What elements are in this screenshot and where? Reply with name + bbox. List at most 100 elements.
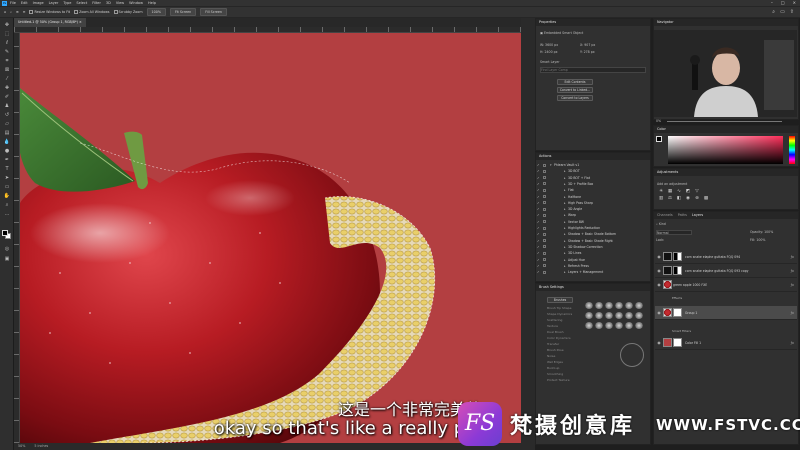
search-icon[interactable]: ⌕ bbox=[772, 9, 775, 15]
document-canvas[interactable] bbox=[20, 33, 521, 443]
action-item[interactable]: ✓ ▸ Vector BW bbox=[537, 219, 649, 225]
visibility-eye-icon[interactable]: ◉ bbox=[655, 254, 663, 259]
edit-contents-button[interactable]: Edit Contents bbox=[557, 79, 593, 85]
brush-tip-preset[interactable] bbox=[635, 322, 643, 329]
check-icon[interactable]: ✓ bbox=[537, 250, 541, 256]
actions-title[interactable]: Actions bbox=[539, 153, 551, 160]
marquee-tool-icon[interactable]: ⬚ bbox=[3, 31, 11, 37]
action-item[interactable]: ✓ ▸ Shadow + Basic Shade Bottom bbox=[537, 231, 649, 237]
photo-filter-icon[interactable]: ◉ bbox=[685, 196, 691, 201]
brush-tip-preset[interactable] bbox=[605, 302, 613, 309]
levels-icon[interactable]: ▦ bbox=[667, 189, 673, 194]
brush-option[interactable]: Protect Texture bbox=[547, 378, 570, 382]
color-picker-field[interactable] bbox=[668, 136, 783, 164]
brush-tip-preset[interactable] bbox=[625, 302, 633, 309]
brush-tip-preset[interactable] bbox=[595, 322, 603, 329]
history-brush-tool-icon[interactable]: ↺ bbox=[3, 112, 11, 118]
zoom-tool-icon[interactable]: ⌕ bbox=[10, 10, 12, 14]
dialog-toggle-icon[interactable] bbox=[543, 264, 546, 268]
action-item[interactable]: ✓ ▸ 3D Angle bbox=[537, 206, 649, 212]
layer-name[interactable]: Color Fill 1 bbox=[685, 341, 701, 345]
brush-tip-preset[interactable] bbox=[625, 312, 633, 319]
brush-option[interactable]: Transfer bbox=[547, 342, 559, 346]
check-icon[interactable]: ✓ bbox=[537, 212, 541, 218]
dialog-toggle-icon[interactable] bbox=[543, 195, 546, 198]
blur-tool-icon[interactable]: 💧 bbox=[3, 139, 11, 145]
brush-tip-preset[interactable] bbox=[595, 312, 603, 319]
color-fg-swatch[interactable] bbox=[656, 136, 662, 142]
dialog-toggle-icon[interactable] bbox=[543, 201, 546, 205]
vibrance-icon[interactable]: ▽ bbox=[694, 189, 700, 194]
action-item[interactable]: ✓ ▸ 3D + Profile Box bbox=[537, 181, 649, 187]
brush-option[interactable]: Color Dynamics bbox=[547, 336, 571, 340]
visibility-eye-icon[interactable]: ◉ bbox=[655, 282, 663, 287]
more-tools-icon[interactable]: … bbox=[3, 211, 11, 217]
brush-option[interactable]: Scattering bbox=[547, 318, 562, 322]
frame-tool-icon[interactable]: ⊠ bbox=[3, 67, 11, 73]
layer-thumbnail[interactable] bbox=[663, 280, 672, 289]
menu-3d[interactable]: 3D bbox=[106, 1, 111, 5]
menu-type[interactable]: Type bbox=[63, 1, 71, 5]
black-white-icon[interactable]: ◧ bbox=[676, 196, 682, 201]
brush-option[interactable]: Shape Dynamics bbox=[547, 312, 572, 316]
dialog-toggle-icon[interactable] bbox=[543, 188, 546, 192]
shape-tool-icon[interactable]: ▭ bbox=[3, 184, 11, 190]
check-icon[interactable]: ✓ bbox=[537, 168, 541, 174]
layer-row[interactable]: ◉ corn snake elaphe guttata FQQ 094 ƒx bbox=[655, 250, 797, 264]
dialog-toggle-icon[interactable] bbox=[543, 220, 546, 224]
crop-tool-icon[interactable]: ⌗ bbox=[3, 58, 11, 64]
brush-settings-title[interactable]: Brush Settings bbox=[539, 284, 564, 291]
dialog-toggle-icon[interactable] bbox=[543, 182, 546, 186]
menu-help[interactable]: Help bbox=[148, 1, 156, 5]
menu-file[interactable]: File bbox=[10, 1, 16, 5]
layer-row[interactable]: ◉ corn snake elaphe guttata FQQ 093 copy ƒ… bbox=[655, 264, 797, 278]
action-item[interactable]: ✓ ▸ Warp bbox=[537, 212, 649, 218]
brush-option[interactable]: Build-up bbox=[547, 366, 559, 370]
layer-fx-icon[interactable]: ƒx bbox=[791, 341, 794, 345]
eyedropper-tool-icon[interactable]: ⁄ bbox=[3, 76, 11, 82]
layer-name[interactable]: green apple 1000 FXE bbox=[673, 283, 707, 287]
layer-row[interactable]: ◉ Color Fill 1 ƒx bbox=[655, 336, 797, 350]
navigator-title[interactable]: Navigator bbox=[657, 19, 674, 26]
brush-option[interactable]: Dual Brush bbox=[547, 330, 564, 334]
check-icon[interactable]: ✓ bbox=[537, 194, 541, 200]
layer-mask-thumbnail[interactable] bbox=[673, 308, 682, 317]
dialog-toggle-icon[interactable] bbox=[543, 270, 546, 274]
visibility-eye-icon[interactable]: ◉ bbox=[655, 268, 663, 273]
action-item[interactable]: ✓ ▸ 3D BOT + Flat bbox=[537, 175, 649, 181]
layer-name[interactable]: corn snake elaphe guttata FQQ 093 copy bbox=[685, 269, 749, 273]
adjustments-title[interactable]: Adjustments bbox=[657, 169, 678, 176]
dialog-toggle-icon[interactable] bbox=[543, 251, 546, 255]
layer-thumbnail[interactable] bbox=[663, 266, 672, 275]
dialog-toggle-icon[interactable] bbox=[543, 213, 546, 217]
check-icon[interactable]: ✓ bbox=[537, 263, 541, 269]
layer-row[interactable]: ◉ Group 1 ƒx bbox=[655, 306, 797, 320]
dialog-toggle-icon[interactable] bbox=[543, 226, 546, 230]
hue-saturation-icon[interactable]: ▥ bbox=[658, 196, 664, 201]
zoom-out-icon[interactable]: ⊖ bbox=[23, 10, 26, 14]
check-icon[interactable]: ✓ bbox=[537, 206, 541, 212]
foreground-color-swatch[interactable] bbox=[2, 230, 8, 236]
share-icon[interactable]: ⇪ bbox=[790, 9, 794, 15]
check-icon[interactable]: ✓ bbox=[537, 269, 541, 275]
lasso-tool-icon[interactable]: ℓ bbox=[3, 40, 11, 46]
opacity-field[interactable]: Opacity: 100% bbox=[750, 230, 773, 234]
eraser-tool-icon[interactable]: ▱ bbox=[3, 121, 11, 127]
menu-window[interactable]: Window bbox=[129, 1, 143, 5]
dialog-toggle-icon[interactable] bbox=[543, 163, 546, 167]
maximize-icon[interactable]: □ bbox=[781, 0, 785, 5]
brush-tool-icon[interactable]: ✐ bbox=[3, 94, 11, 100]
dialog-toggle-icon[interactable] bbox=[543, 176, 546, 180]
path-select-tool-icon[interactable]: ➤ bbox=[3, 175, 11, 181]
layer-thumbnail[interactable] bbox=[663, 338, 672, 347]
brush-tip-preset[interactable] bbox=[605, 312, 613, 319]
menu-view[interactable]: View bbox=[116, 1, 124, 5]
convert-linked-button[interactable]: Convert to Linked... bbox=[557, 87, 593, 93]
action-item[interactable]: ✓ ▸ Adjust Hue bbox=[537, 257, 649, 263]
smart-filters-label[interactable]: Smart Filters bbox=[672, 329, 691, 333]
layer-mask-thumbnail[interactable] bbox=[673, 266, 682, 275]
fill-screen-button[interactable]: Fill Screen bbox=[200, 8, 228, 16]
check-icon[interactable]: ✓ bbox=[537, 225, 541, 231]
brush-tip-preset[interactable] bbox=[605, 322, 613, 329]
layer-thumbnail[interactable] bbox=[663, 308, 672, 317]
